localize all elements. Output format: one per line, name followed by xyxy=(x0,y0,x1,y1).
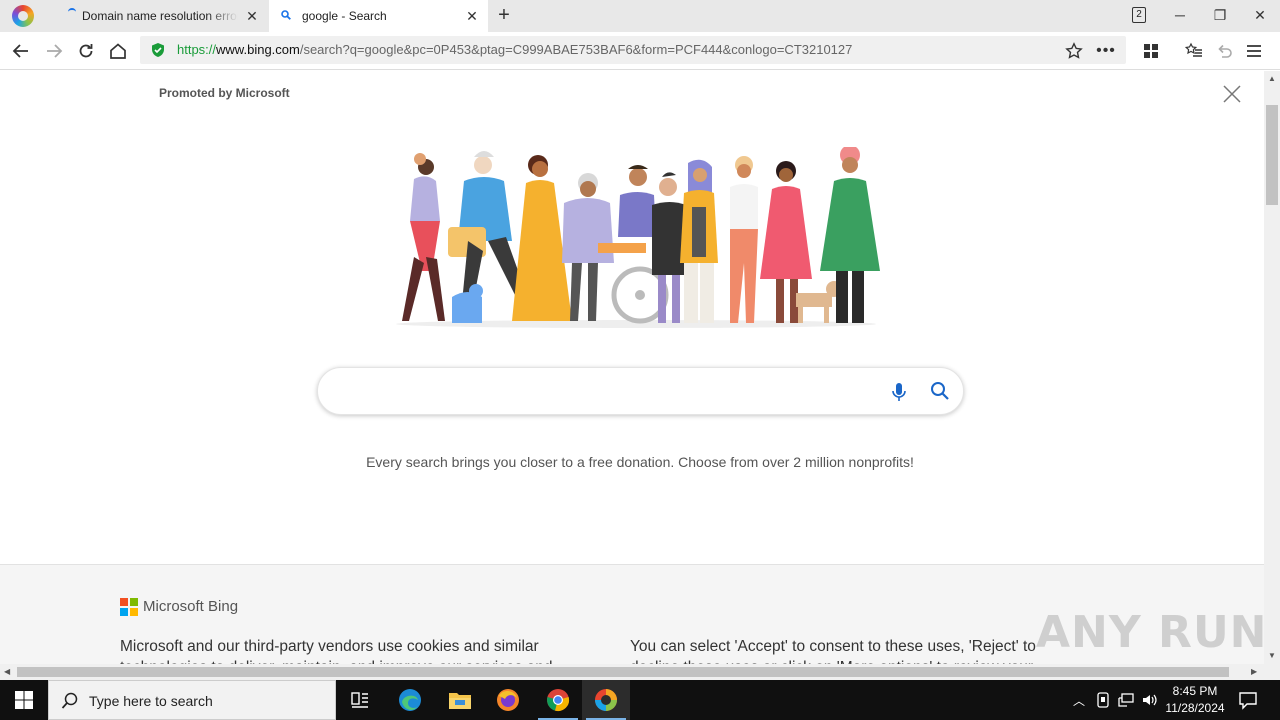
close-window-button[interactable]: ✕ xyxy=(1248,4,1272,26)
address-bar[interactable]: https://www.bing.com/search?q=google&pc=… xyxy=(140,36,1126,64)
browser-app-icon xyxy=(595,689,617,711)
network-tray-icon[interactable] xyxy=(1117,691,1135,709)
consent-text-right: You can select 'Accept' to consent to th… xyxy=(630,638,1036,664)
taskbar-search-placeholder: Type here to search xyxy=(89,693,213,709)
horizontal-scroll-thumb[interactable] xyxy=(17,667,1229,677)
browser-logo-icon[interactable] xyxy=(12,5,34,27)
tab-label: google - Search xyxy=(302,9,387,23)
task-view-icon xyxy=(351,692,368,708)
tab-label: Domain name resolution error xyxy=(82,9,238,23)
tab-count-badge[interactable]: 2 xyxy=(1132,7,1146,23)
chrome-icon xyxy=(547,689,570,712)
notification-icon[interactable] xyxy=(1238,690,1258,710)
vertical-scroll-thumb[interactable] xyxy=(1266,105,1278,205)
reload-button[interactable] xyxy=(75,40,97,62)
speaker-icon xyxy=(1143,694,1157,706)
url-text[interactable]: https://www.bing.com/search?q=google&pc=… xyxy=(177,42,852,57)
forward-arrow-icon xyxy=(47,44,63,58)
restore-button[interactable]: ❐ xyxy=(1208,4,1232,26)
edge-icon xyxy=(399,689,421,711)
undo-icon xyxy=(1218,44,1232,58)
loading-spinner-icon xyxy=(68,8,76,16)
vertical-scrollbar[interactable]: ▲ ▼ xyxy=(1264,71,1280,664)
undo-button[interactable] xyxy=(1213,40,1235,62)
favorites-button[interactable] xyxy=(1183,40,1205,62)
url-path: /search?q=google&pc=0P453&ptag=C999ABAE7… xyxy=(299,42,853,57)
promoted-label: Promoted by Microsoft xyxy=(159,86,290,100)
favorites-list-icon xyxy=(1185,42,1202,57)
show-hidden-icons-button[interactable]: ︿ xyxy=(1070,691,1088,709)
url-scheme: https:// xyxy=(177,42,217,57)
scroll-down-icon[interactable]: ▼ xyxy=(1268,651,1276,660)
search-icon xyxy=(61,692,78,709)
extensions-button[interactable] xyxy=(1140,40,1162,62)
search-box[interactable] xyxy=(317,367,964,415)
network-icon xyxy=(1118,693,1134,707)
ellipsis-icon: ••• xyxy=(1096,42,1116,59)
hamburger-icon xyxy=(1247,45,1261,57)
tab-google-search[interactable]: google - Search ✕ xyxy=(269,0,488,32)
search-input[interactable] xyxy=(338,378,878,404)
scroll-up-icon[interactable]: ▲ xyxy=(1268,74,1276,83)
chevron-up-icon: ︿ xyxy=(1072,693,1085,708)
file-explorer-app-button[interactable] xyxy=(436,680,484,720)
windows-logo-icon xyxy=(15,691,33,709)
star-icon xyxy=(1065,42,1083,59)
close-icon[interactable] xyxy=(1222,84,1242,104)
microsoft-logo-icon xyxy=(120,598,138,616)
scroll-right-icon[interactable]: ▶ xyxy=(1251,667,1257,676)
shield-icon[interactable] xyxy=(150,42,166,58)
brand-name: Microsoft Bing xyxy=(143,598,239,615)
taskbar: Type here to search ︿ 8:45 PM 11/28/2024 xyxy=(0,680,1280,720)
back-button[interactable] xyxy=(10,40,32,62)
close-tab-icon[interactable]: ✕ xyxy=(244,8,260,24)
volume-tray-icon[interactable] xyxy=(1141,691,1159,709)
tray-app-icon[interactable] xyxy=(1094,691,1112,709)
system-clock[interactable]: 8:45 PM 11/28/2024 xyxy=(1160,683,1230,717)
grid-icon xyxy=(1144,44,1158,58)
start-button[interactable] xyxy=(0,680,48,720)
task-view-button[interactable] xyxy=(336,680,384,720)
more-actions-button[interactable]: ••• xyxy=(1095,40,1117,62)
url-host: www.bing.com xyxy=(216,42,300,57)
taskbar-search-box[interactable]: Type here to search xyxy=(48,680,336,720)
browser-app-button[interactable] xyxy=(582,680,630,720)
clock-time: 8:45 PM xyxy=(1172,684,1218,698)
consent-text-left: Microsoft and our third-party vendors us… xyxy=(120,638,553,664)
navigation-bar: https://www.bing.com/search?q=google&pc=… xyxy=(0,32,1280,70)
tab-strip: Domain name resolution error ✕ google - … xyxy=(0,0,1280,32)
tab-domain-error[interactable]: Domain name resolution error ✕ xyxy=(56,0,268,32)
folder-icon xyxy=(449,693,471,709)
back-arrow-icon xyxy=(12,44,28,58)
home-button[interactable] xyxy=(107,40,129,62)
menu-button[interactable] xyxy=(1243,40,1265,62)
people-illustration xyxy=(396,147,880,328)
donation-tagline: Every search brings you closer to a free… xyxy=(366,454,914,470)
forward-button[interactable] xyxy=(43,40,65,62)
chrome-app-button[interactable] xyxy=(534,680,582,720)
scroll-left-icon[interactable]: ◀ xyxy=(4,667,10,676)
clock-date: 11/28/2024 xyxy=(1165,701,1225,715)
home-icon xyxy=(110,43,126,59)
minimize-button[interactable]: ─ xyxy=(1168,4,1192,26)
search-icon xyxy=(281,10,291,20)
scrollbar-corner xyxy=(1264,664,1280,680)
edge-app-button[interactable] xyxy=(386,680,434,720)
horizontal-scrollbar[interactable]: ◀ ▶ xyxy=(0,664,1264,680)
search-icon[interactable] xyxy=(929,380,951,402)
watermark: ANY RUN xyxy=(1036,607,1268,658)
bookmark-star-button[interactable] xyxy=(1063,40,1085,62)
new-tab-button[interactable]: + xyxy=(494,5,514,25)
firefox-app-button[interactable] xyxy=(484,680,532,720)
microphone-icon[interactable] xyxy=(889,381,909,403)
firefox-icon xyxy=(497,689,519,711)
close-tab-icon[interactable]: ✕ xyxy=(464,8,480,24)
reload-icon xyxy=(79,44,93,58)
page-content: Promoted by Microsoft Every search bring… xyxy=(0,71,1264,664)
device-icon xyxy=(1097,692,1109,708)
